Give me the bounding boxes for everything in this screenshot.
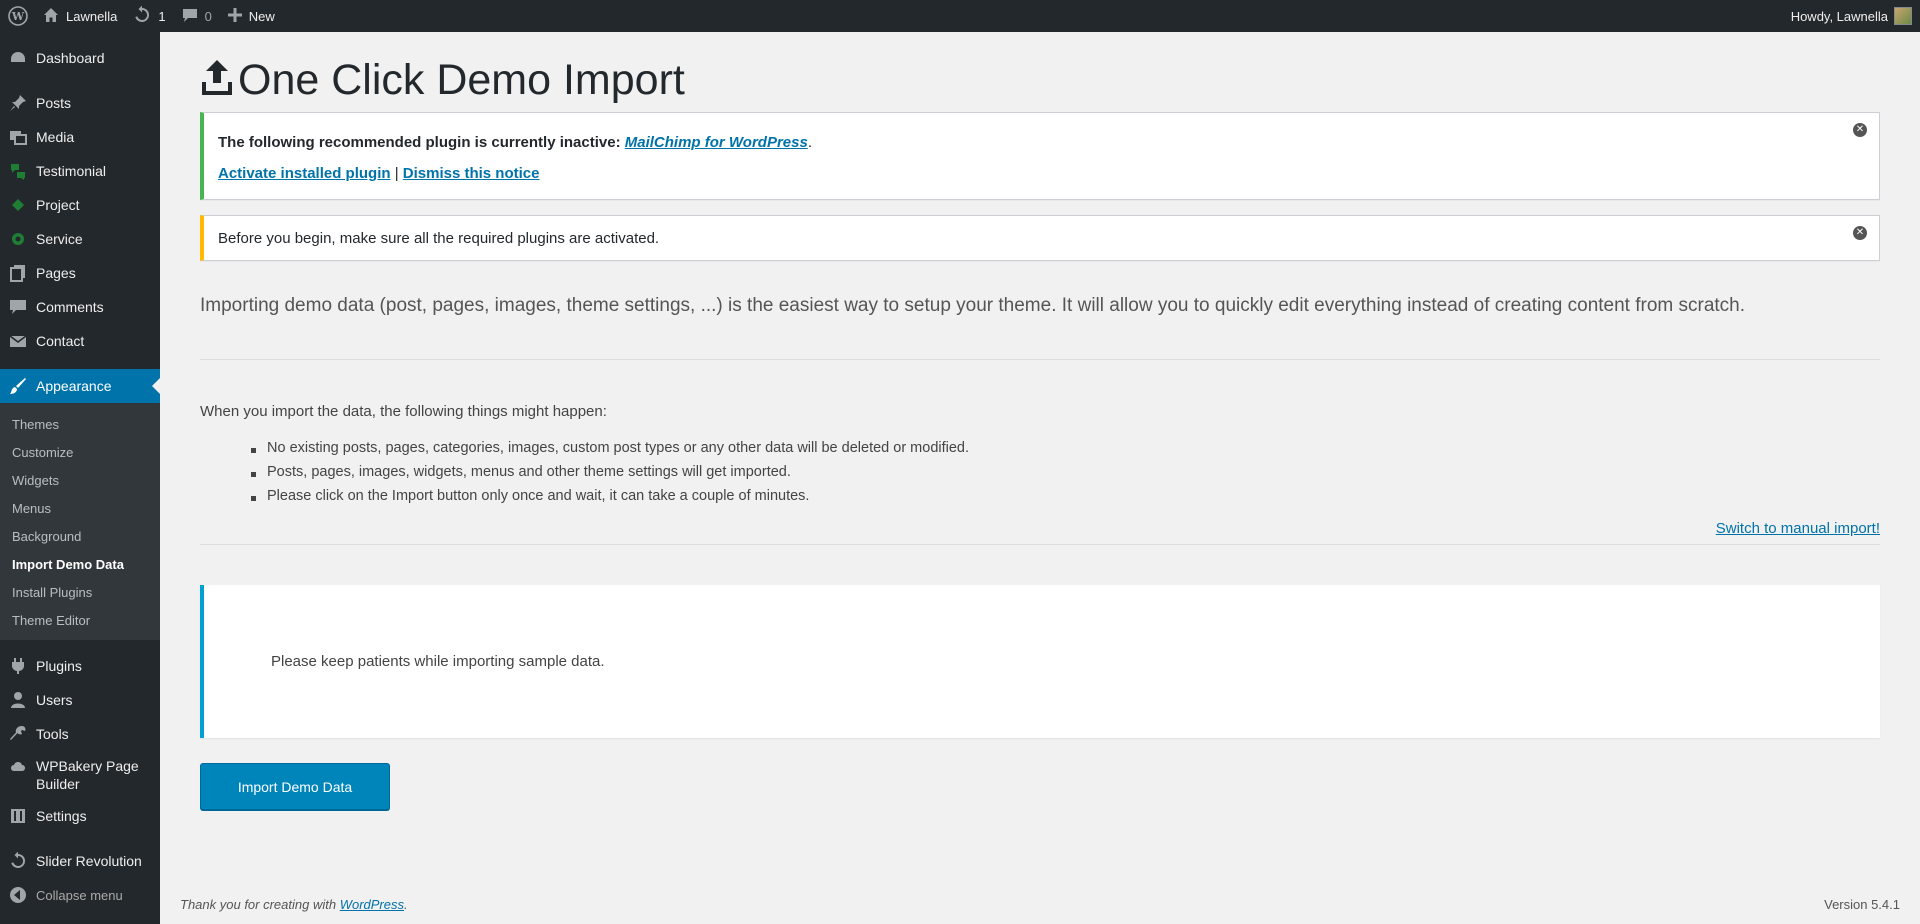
import-status-box: Please keep patients while importing sam… <box>200 585 1880 738</box>
notice-message: The following recommended plugin is curr… <box>218 134 812 151</box>
import-status-text: Please keep patients while importing sam… <box>271 653 605 670</box>
menu-posts[interactable]: Posts <box>0 86 160 120</box>
menu-tools[interactable]: Tools <box>0 717 160 751</box>
account-link[interactable]: Howdy, Lawnella <box>1791 7 1920 25</box>
testimonial-icon <box>9 162 27 180</box>
footer-version: Version 5.4.1 <box>1824 897 1900 912</box>
pin-icon <box>9 94 27 112</box>
menu-testimonial[interactable]: Testimonial <box>0 154 160 188</box>
submenu-widgets[interactable]: Widgets <box>0 466 160 494</box>
media-icon <box>9 128 27 146</box>
menu-media[interactable]: Media <box>0 120 160 154</box>
avatar <box>1894 7 1912 25</box>
notice-text: Before you begin, make sure all the requ… <box>218 230 660 247</box>
list-item: No existing posts, pages, categories, im… <box>250 440 969 464</box>
page-title: One Click Demo Import <box>238 56 685 104</box>
new-label: New <box>248 8 275 24</box>
plug-icon <box>9 657 27 675</box>
menu-appearance[interactable]: Appearance <box>0 369 160 403</box>
page-header: One Click Demo Import <box>200 58 685 103</box>
happen-list: No existing posts, pages, categories, im… <box>250 440 969 512</box>
updates-count: 1 <box>158 8 166 24</box>
comments-icon <box>9 298 27 316</box>
home-icon <box>43 7 59 26</box>
updates-icon <box>133 5 151 27</box>
comment-bubble-icon <box>182 7 198 26</box>
menu-users[interactable]: Users <box>0 683 160 717</box>
service-icon <box>9 230 27 248</box>
intro-text: Importing demo data (post, pages, images… <box>200 295 1746 316</box>
plus-icon <box>227 7 242 25</box>
dismiss-icon[interactable]: ✕ <box>1853 123 1867 137</box>
menu-contact[interactable]: Contact <box>0 324 160 358</box>
submenu-theme-editor[interactable]: Theme Editor <box>0 606 160 634</box>
import-demo-data-button[interactable]: Import Demo Data <box>200 763 390 810</box>
comments-link[interactable]: 0 <box>174 0 220 32</box>
refresh-icon <box>9 852 27 870</box>
menu-project[interactable]: Project <box>0 188 160 222</box>
settings-icon <box>9 807 27 825</box>
collapse-icon <box>9 886 27 904</box>
footer-thanks: Thank you for creating with WordPress. <box>180 897 408 912</box>
collapse-menu-button[interactable]: Collapse menu <box>0 878 160 912</box>
comments-count: 0 <box>204 8 212 24</box>
dashboard-icon <box>9 49 27 67</box>
appearance-submenu: Themes Customize Widgets Menus Backgroun… <box>0 403 160 640</box>
menu-settings[interactable]: Settings <box>0 799 160 833</box>
required-plugins-notice: Before you begin, make sure all the requ… <box>200 215 1880 261</box>
svg-text:W: W <box>10 10 24 23</box>
brush-icon <box>9 377 27 395</box>
menu-comments[interactable]: Comments <box>0 290 160 324</box>
project-icon <box>9 196 27 214</box>
howdy-text: Howdy, Lawnella <box>1790 8 1888 24</box>
users-icon <box>9 691 27 709</box>
site-name: Lawnella <box>66 8 118 24</box>
plugin-inactive-notice: The following recommended plugin is curr… <box>200 112 1880 200</box>
cloud-icon <box>9 757 27 775</box>
activate-plugin-link[interactable]: Activate installed plugin <box>218 165 391 182</box>
list-item: Posts, pages, images, widgets, menus and… <box>250 464 969 488</box>
dismiss-notice-link[interactable]: Dismiss this notice <box>403 165 540 182</box>
updates-link[interactable]: 1 <box>125 0 173 32</box>
admin-bar: W Lawnella 1 0 New Howdy, Lawnella <box>0 0 1920 32</box>
menu-pages[interactable]: Pages <box>0 256 160 290</box>
submenu-customize[interactable]: Customize <box>0 438 160 466</box>
mailchimp-plugin-link[interactable]: MailChimp for WordPress <box>625 134 808 151</box>
submenu-themes[interactable]: Themes <box>0 410 160 438</box>
divider <box>200 544 1880 545</box>
new-content-link[interactable]: New <box>220 0 283 32</box>
notice-actions: Activate installed plugin | Dismiss this… <box>218 165 540 182</box>
menu-dashboard[interactable]: Dashboard <box>0 41 160 75</box>
menu-service[interactable]: Service <box>0 222 160 256</box>
wordpress-logo-icon[interactable]: W <box>0 0 35 32</box>
site-name-link[interactable]: Lawnella <box>35 0 125 32</box>
submenu-install-plugins[interactable]: Install Plugins <box>0 578 160 606</box>
admin-sidebar: Dashboard Posts Media Testimonial Projec… <box>0 32 160 924</box>
divider <box>200 359 1880 360</box>
pages-icon <box>9 264 27 282</box>
submenu-import-demo-data[interactable]: Import Demo Data <box>0 550 160 578</box>
submenu-menus[interactable]: Menus <box>0 494 160 522</box>
list-item: Please click on the Import button only o… <box>250 488 969 512</box>
wordpress-link[interactable]: WordPress <box>340 897 404 912</box>
mail-icon <box>9 332 27 350</box>
main-content: One Click Demo Import The following reco… <box>160 32 1920 924</box>
menu-plugins[interactable]: Plugins <box>0 649 160 683</box>
happen-heading: When you import the data, the following … <box>200 403 607 420</box>
manual-import-link[interactable]: Switch to manual import! <box>1716 520 1880 537</box>
wrench-icon <box>9 725 27 743</box>
menu-slider-revolution[interactable]: Slider Revolution <box>0 844 160 878</box>
dismiss-icon[interactable]: ✕ <box>1853 226 1867 240</box>
submenu-background[interactable]: Background <box>0 522 160 550</box>
menu-wpbakery[interactable]: WPBakery Page Builder <box>0 751 160 799</box>
upload-icon <box>200 58 234 103</box>
